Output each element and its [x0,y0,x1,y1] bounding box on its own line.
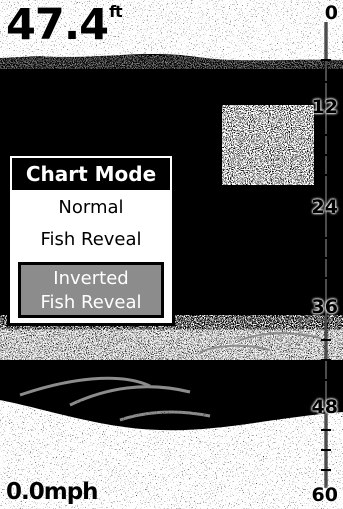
chart-mode-menu: Chart Mode Normal Fish Reveal Inverted F… [7,153,175,326]
menu-item-inverted-fish-reveal[interactable]: Inverted Fish Reveal [18,262,164,318]
menu-item-inverted-line2: Fish Reveal [40,292,142,313]
depth-scale-label-36: 36 [311,296,338,318]
depth-scale-label-0: 0 [324,2,338,24]
depth-scale-label-48: 48 [311,396,338,418]
depth-scale-label-12: 12 [311,96,338,118]
menu-item-fish-reveal[interactable]: Fish Reveal [10,224,172,256]
depth-unit: ft [109,2,123,21]
depth-readout: 47.4ft [6,2,123,47]
depth-scale-label-60: 60 [311,484,338,506]
depth-scale-label-24: 24 [311,196,338,218]
sonar-screen: 47.4ft 0 12 24 36 48 60 0.0mph Chart Mod… [0,0,343,509]
chart-mode-menu-title: Chart Mode [12,158,170,190]
menu-item-normal[interactable]: Normal [10,192,172,224]
depth-value: 47.4 [6,0,109,50]
menu-item-inverted-line1: Inverted [53,268,129,289]
fish-target [222,105,314,185]
speed-readout: 0.0mph [6,479,99,505]
